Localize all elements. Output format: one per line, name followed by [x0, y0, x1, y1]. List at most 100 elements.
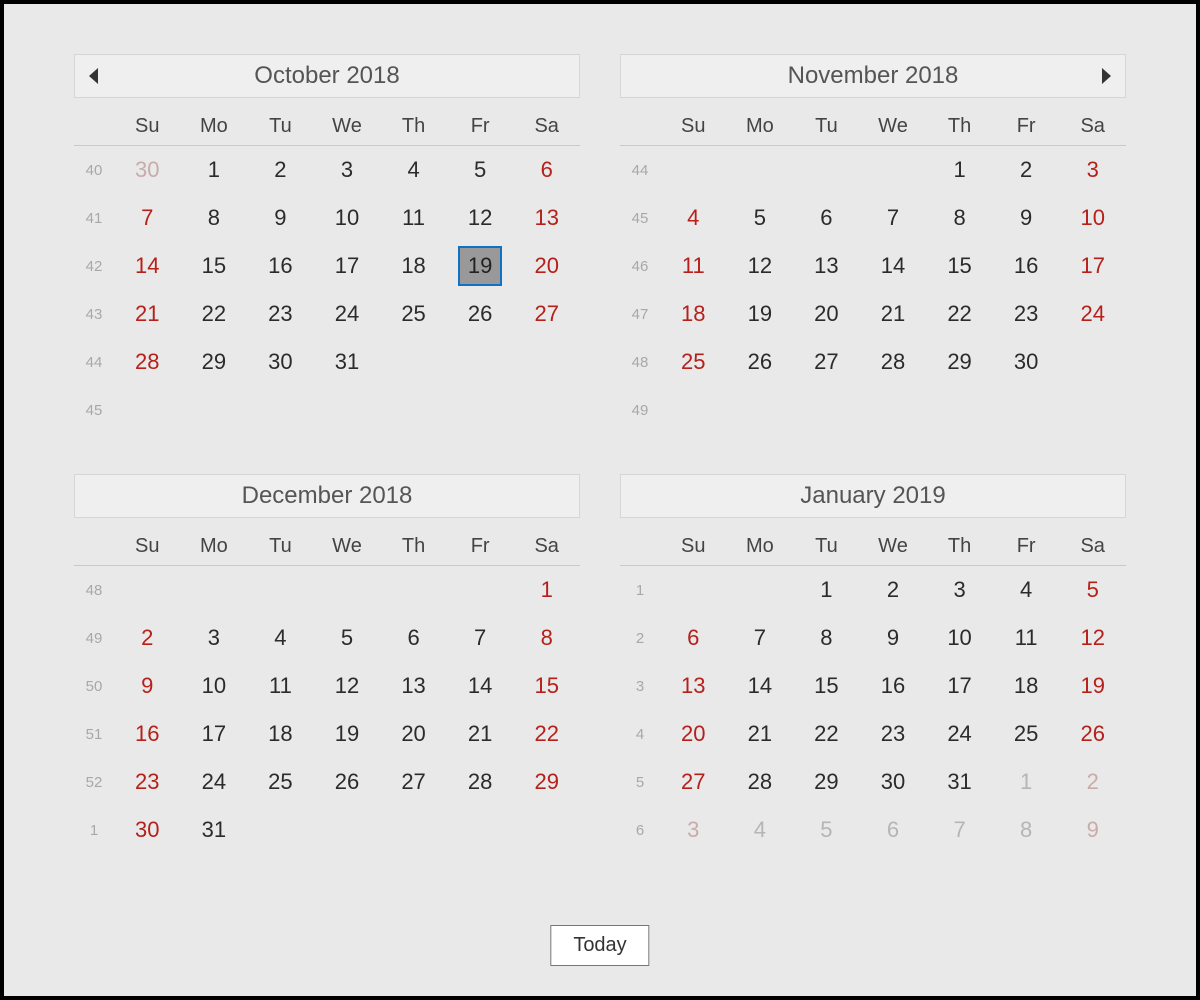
day-cell[interactable]: 4 — [671, 198, 715, 238]
day-cell[interactable]: 13 — [671, 666, 715, 706]
day-cell[interactable]: 21 — [458, 714, 502, 754]
day-cell[interactable]: 23 — [125, 762, 169, 802]
day-cell[interactable]: 31 — [938, 762, 982, 802]
day-cell[interactable]: 27 — [525, 294, 569, 334]
day-cell[interactable]: 7 — [738, 618, 782, 658]
day-cell[interactable]: 7 — [458, 618, 502, 658]
day-cell[interactable]: 26 — [458, 294, 502, 334]
day-cell[interactable]: 29 — [192, 342, 236, 382]
day-cell[interactable]: 5 — [1071, 570, 1115, 610]
day-cell[interactable]: 5 — [458, 150, 502, 190]
day-cell[interactable]: 31 — [325, 342, 369, 382]
day-cell[interactable]: 15 — [192, 246, 236, 286]
day-cell[interactable]: 23 — [871, 714, 915, 754]
day-cell[interactable]: 18 — [671, 294, 715, 334]
day-cell[interactable]: 17 — [192, 714, 236, 754]
day-cell[interactable]: 2 — [871, 570, 915, 610]
chevron-left-icon[interactable] — [89, 68, 98, 84]
month-title[interactable]: December 2018 — [242, 482, 413, 510]
day-cell[interactable]: 30 — [125, 150, 169, 190]
day-cell[interactable]: 9 — [1071, 810, 1115, 850]
month-title[interactable]: October 2018 — [254, 62, 399, 90]
day-cell[interactable]: 3 — [671, 810, 715, 850]
day-cell[interactable]: 28 — [738, 762, 782, 802]
day-cell[interactable]: 3 — [192, 618, 236, 658]
day-cell[interactable]: 7 — [938, 810, 982, 850]
day-cell[interactable]: 9 — [258, 198, 302, 238]
day-cell[interactable]: 3 — [1071, 150, 1115, 190]
day-cell[interactable]: 10 — [192, 666, 236, 706]
chevron-right-icon[interactable] — [1102, 68, 1111, 84]
day-cell[interactable]: 19 — [738, 294, 782, 334]
day-cell[interactable]: 14 — [738, 666, 782, 706]
day-cell[interactable]: 11 — [671, 246, 715, 286]
day-cell[interactable]: 30 — [258, 342, 302, 382]
day-cell[interactable]: 6 — [392, 618, 436, 658]
day-cell[interactable]: 25 — [671, 342, 715, 382]
day-cell[interactable]: 29 — [804, 762, 848, 802]
day-cell[interactable]: 13 — [392, 666, 436, 706]
day-cell[interactable]: 5 — [325, 618, 369, 658]
day-cell[interactable]: 10 — [325, 198, 369, 238]
day-cell[interactable]: 22 — [804, 714, 848, 754]
day-cell[interactable]: 9 — [871, 618, 915, 658]
day-cell[interactable]: 3 — [325, 150, 369, 190]
day-cell[interactable]: 22 — [192, 294, 236, 334]
day-cell[interactable]: 25 — [392, 294, 436, 334]
day-cell[interactable]: 18 — [258, 714, 302, 754]
month-title[interactable]: January 2019 — [800, 482, 945, 510]
day-cell[interactable]: 15 — [525, 666, 569, 706]
day-cell[interactable]: 24 — [325, 294, 369, 334]
day-cell[interactable]: 1 — [525, 570, 569, 610]
day-cell[interactable]: 2 — [1004, 150, 1048, 190]
day-cell[interactable]: 30 — [125, 810, 169, 850]
day-cell[interactable]: 4 — [258, 618, 302, 658]
day-cell[interactable]: 14 — [125, 246, 169, 286]
day-cell[interactable]: 12 — [1071, 618, 1115, 658]
day-cell[interactable]: 28 — [458, 762, 502, 802]
day-cell[interactable]: 12 — [458, 198, 502, 238]
day-cell[interactable]: 15 — [804, 666, 848, 706]
day-cell[interactable]: 27 — [392, 762, 436, 802]
day-cell[interactable]: 19 — [458, 246, 502, 286]
day-cell[interactable]: 22 — [938, 294, 982, 334]
day-cell[interactable]: 21 — [871, 294, 915, 334]
day-cell[interactable]: 1 — [1004, 762, 1048, 802]
day-cell[interactable]: 8 — [1004, 810, 1048, 850]
day-cell[interactable]: 4 — [738, 810, 782, 850]
day-cell[interactable]: 2 — [1071, 762, 1115, 802]
day-cell[interactable]: 19 — [325, 714, 369, 754]
day-cell[interactable]: 10 — [938, 618, 982, 658]
day-cell[interactable]: 7 — [125, 198, 169, 238]
day-cell[interactable]: 20 — [671, 714, 715, 754]
day-cell[interactable]: 8 — [804, 618, 848, 658]
day-cell[interactable]: 13 — [525, 198, 569, 238]
day-cell[interactable]: 18 — [392, 246, 436, 286]
day-cell[interactable]: 11 — [1004, 618, 1048, 658]
day-cell[interactable]: 18 — [1004, 666, 1048, 706]
day-cell[interactable]: 5 — [738, 198, 782, 238]
day-cell[interactable]: 15 — [938, 246, 982, 286]
day-cell[interactable]: 6 — [525, 150, 569, 190]
day-cell[interactable]: 6 — [671, 618, 715, 658]
day-cell[interactable]: 26 — [1071, 714, 1115, 754]
day-cell[interactable]: 11 — [392, 198, 436, 238]
day-cell[interactable]: 24 — [192, 762, 236, 802]
day-cell[interactable]: 27 — [804, 342, 848, 382]
day-cell[interactable]: 10 — [1071, 198, 1115, 238]
day-cell[interactable]: 1 — [938, 150, 982, 190]
day-cell[interactable]: 30 — [871, 762, 915, 802]
day-cell[interactable]: 8 — [938, 198, 982, 238]
day-cell[interactable]: 2 — [258, 150, 302, 190]
day-cell[interactable]: 8 — [525, 618, 569, 658]
day-cell[interactable]: 16 — [258, 246, 302, 286]
day-cell[interactable]: 6 — [804, 198, 848, 238]
day-cell[interactable]: 4 — [392, 150, 436, 190]
day-cell[interactable]: 19 — [1071, 666, 1115, 706]
day-cell[interactable]: 26 — [325, 762, 369, 802]
today-button[interactable]: Today — [550, 925, 649, 966]
day-cell[interactable]: 9 — [125, 666, 169, 706]
day-cell[interactable]: 2 — [125, 618, 169, 658]
day-cell[interactable]: 8 — [192, 198, 236, 238]
day-cell[interactable]: 28 — [125, 342, 169, 382]
